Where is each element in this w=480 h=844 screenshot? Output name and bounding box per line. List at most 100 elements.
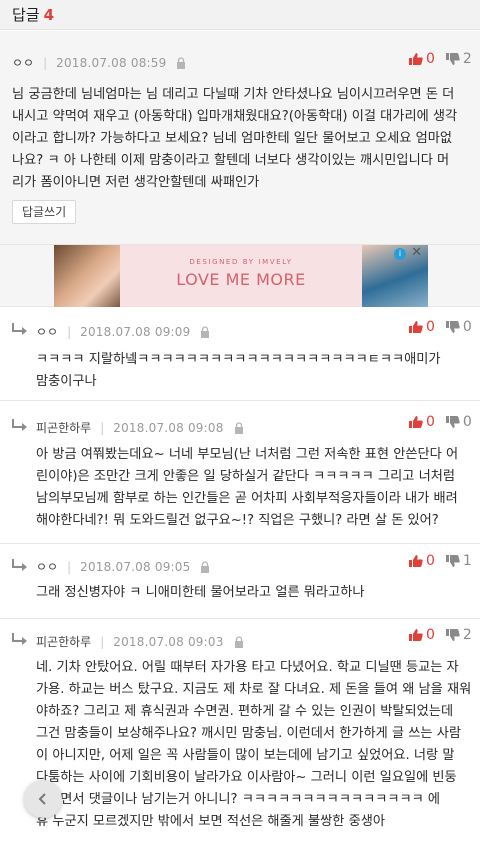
upvote-count: 0 xyxy=(426,553,435,569)
reply-line: 그건 맘충들이 보상해주나요? 깨시민 맘충님. 이런데서 한가하게 글 쓰는 … xyxy=(36,726,462,741)
reply-line: 가용. 하교는 버스 탔구요. 지금도 제 차로 잘 다녀요. 제 돈을 들여 … xyxy=(36,682,472,697)
thumbs-down-icon xyxy=(445,53,460,65)
downvote-count: 0 xyxy=(462,319,472,335)
thumbs-down-icon xyxy=(445,629,460,641)
upvote-button[interactable]: 0 xyxy=(408,414,435,430)
reply-date: 2018.07.08 09:09 xyxy=(80,324,191,339)
meta-divider: | xyxy=(67,559,72,574)
reply-item: ㅇㅇ | 2018.07.08 09:05 0 1 그래 정신병자야 ㅋ 니애미… xyxy=(0,544,480,619)
downvote-count: 0 xyxy=(462,414,472,430)
upvote-count: 0 xyxy=(426,319,435,335)
thumbs-up-icon xyxy=(409,555,423,567)
reply-author[interactable]: 피곤한하루 xyxy=(36,419,91,436)
lock-icon xyxy=(234,421,243,434)
comment-author[interactable]: ㅇㅇ xyxy=(12,54,34,71)
reply-line: 다툼하는 사이에 기회비용이 날라가요 이사람아~ 그러니 이런 일요일에 빈둥 xyxy=(36,770,457,785)
thumbs-down-icon xyxy=(445,321,460,333)
upvote-button[interactable]: 0 xyxy=(408,627,435,643)
downvote-count: 2 xyxy=(462,51,472,67)
reply-line: 맘충이구나 xyxy=(36,374,97,389)
comment-body: 님 궁금한데 님네엄마는 님 데리고 다닐때 기차 안타셨나요 님이시끄러우면 … xyxy=(12,84,472,194)
upvote-button[interactable]: 0 xyxy=(408,51,435,67)
reply-author[interactable]: ㅇㅇ xyxy=(36,558,58,575)
reply-votes: 0 0 xyxy=(408,414,472,430)
chevron-left-icon xyxy=(38,793,46,805)
lock-icon xyxy=(234,635,243,648)
reply-meta: 피곤한하루 | 2018.07.08 09:03 xyxy=(36,633,244,650)
meta-divider: | xyxy=(100,634,105,649)
ad-close-icon[interactable]: ✕ xyxy=(411,246,422,260)
reply-votes: 0 2 xyxy=(408,627,472,643)
downvote-count: 1 xyxy=(462,553,472,569)
comment-line: 내시고 약먹여 재우고 (아동학대) 입마개채웠대요?(아동학대) 이걸 대가리… xyxy=(12,109,458,124)
comment-line: 이라고 합니까? 가능하다고 보세요? 님네 엄마한테 일단 물어보고 오세요 … xyxy=(12,131,452,146)
reply-line: 그래 정신병자야 ㅋ 니애미한테 물어보라고 얼른 뭐라고하나 xyxy=(36,585,365,600)
ad-banner[interactable]: DESIGNED BY IMVELY LOVE ME MORE i ✕ xyxy=(54,245,428,307)
reply-line: 휴 누군지 모르겠지만 밖에서 보면 적선은 해줄게 불쌍한 중생아 xyxy=(36,814,385,829)
reply-line: 해야한다네?! 뭐 도와드릴건 없구요~!? 직업은 구했니? 라면 살 돈 있… xyxy=(36,513,439,528)
replies-count: 4 xyxy=(43,6,55,24)
reply-author[interactable]: ㅇㅇ xyxy=(36,323,58,340)
upvote-count: 0 xyxy=(426,627,435,643)
upvote-button[interactable]: 0 xyxy=(408,319,435,335)
replies-header-title: 답글 xyxy=(12,6,40,24)
reply-author[interactable]: 피곤한하루 xyxy=(36,633,91,650)
thumbs-up-icon xyxy=(409,53,423,65)
reply-date: 2018.07.08 09:03 xyxy=(113,634,224,649)
reply-arrow-icon xyxy=(12,323,27,335)
lock-icon xyxy=(201,325,210,338)
replies-header: 답글 4 xyxy=(0,0,480,30)
thumbs-up-icon xyxy=(409,629,423,641)
lock-icon xyxy=(201,560,210,573)
comment-line: 나요? ㅋ 아 나한테 이제 맘충이라고 할텐데 너보다 생각이있는 깨시민입니… xyxy=(12,153,450,168)
meta-divider: | xyxy=(43,55,48,70)
thumbs-up-icon xyxy=(409,416,423,428)
reply-arrow-icon xyxy=(12,419,27,431)
reply-votes: 0 1 xyxy=(408,553,472,569)
downvote-button[interactable]: 2 xyxy=(445,51,472,67)
downvote-button[interactable]: 1 xyxy=(445,553,472,569)
lock-icon xyxy=(177,56,186,69)
thumbs-down-icon xyxy=(445,416,460,428)
parent-comment: ㅇㅇ | 2018.07.08 08:59 0 2 님 궁금한데 님네엄마는 님… xyxy=(0,31,480,245)
comment-meta: ㅇㅇ | 2018.07.08 08:59 xyxy=(12,54,186,71)
reply-line: 아 방금 여쭤봤는데요~ 너네 부모님(난 너처럼 그런 저속한 표현 안쓴단다… xyxy=(36,447,459,462)
reply-body: ㅋㅋㅋㅋ 지랄하넼ㅋㅋㅋㅋㅋㅋㅋㅋㅋㅋㅋㅋㅋㅋㅋㅋㅋㅋㅋㅌㅋㅋ애미가 맘충이구나 xyxy=(36,349,472,393)
ad-designed-by: DESIGNED BY IMVELY xyxy=(189,258,293,266)
meta-divider: | xyxy=(100,420,105,435)
reply-arrow-icon xyxy=(12,559,27,571)
reply-votes: 0 0 xyxy=(408,319,472,335)
reply-line: ㅋㅋㅋㅋ 지랄하넼ㅋㅋㅋㅋㅋㅋㅋㅋㅋㅋㅋㅋㅋㅋㅋㅋㅋㅋㅋㅌㅋㅋ애미가 xyxy=(36,352,441,367)
reply-date: 2018.07.08 09:08 xyxy=(113,420,224,435)
floating-back-button[interactable] xyxy=(24,780,62,818)
downvote-button[interactable]: 0 xyxy=(445,414,472,430)
reply-line: 린이야)은 조만간 크게 안좋은 일 당하실거 같단다 ㅋㅋㅋㅋㅋ 그리고 너처… xyxy=(36,469,455,484)
ad-info-icon[interactable]: i xyxy=(394,248,406,260)
reply-item: ㅇㅇ | 2018.07.08 09:09 0 0 ㅋㅋㅋㅋ 지랄하넼ㅋㅋㅋㅋㅋ… xyxy=(0,307,480,401)
write-reply-button[interactable]: 답글쓰기 xyxy=(12,200,77,224)
reply-line: 네. 기차 안탔어요. 어릴 때부터 자가용 타고 다녔어요. 학교 디닐땐 등… xyxy=(36,660,459,675)
reply-item: 피곤한하루 | 2018.07.08 09:08 0 0 아 방금 여쭤봤는데요… xyxy=(0,401,480,544)
ad-area: DESIGNED BY IMVELY LOVE ME MORE i ✕ xyxy=(0,245,480,307)
reply-body: 아 방금 여쭤봤는데요~ 너네 부모님(난 너처럼 그런 저속한 표현 안쓴단다… xyxy=(36,444,472,532)
comment-votes: 0 2 xyxy=(408,51,472,67)
reply-line: 야하죠? 그리고 제 휴식권과 수면권. 편하게 갈 수 있는 인권이 박탈되었… xyxy=(36,704,454,719)
reply-line: 남의부모님께 함부로 하는 인간들은 곧 어차피 사회부적응자들이라 내가 배려 xyxy=(36,491,458,506)
reply-item: 피곤한하루 | 2018.07.08 09:03 0 2 네. 기차 안탔어요.… xyxy=(0,619,480,844)
reply-body: 그래 정신병자야 ㅋ 니애미한테 물어보라고 얼른 뭐라고하나 xyxy=(36,582,472,604)
comment-date: 2018.07.08 08:59 xyxy=(56,55,167,70)
reply-meta: ㅇㅇ | 2018.07.08 09:05 xyxy=(36,558,210,575)
reply-line: 거리면서 댓글이나 남기는거 아니니? ㅋㅋㅋㅋㅋㅋㅋㅋㅋㅋㅋㅋㅋㅋㅋ 에 xyxy=(36,792,441,807)
downvote-button[interactable]: 0 xyxy=(445,319,472,335)
downvote-count: 2 xyxy=(462,627,472,643)
reply-meta: ㅇㅇ | 2018.07.08 09:09 xyxy=(36,323,210,340)
upvote-button[interactable]: 0 xyxy=(408,553,435,569)
thumbs-down-icon xyxy=(445,555,460,567)
downvote-button[interactable]: 2 xyxy=(445,627,472,643)
reply-date: 2018.07.08 09:05 xyxy=(80,559,191,574)
reply-arrow-icon xyxy=(12,633,27,645)
upvote-count: 0 xyxy=(426,414,435,430)
meta-divider: | xyxy=(67,324,72,339)
reply-body: 네. 기차 안탔어요. 어릴 때부터 자가용 타고 다녔어요. 학교 디닐땐 등… xyxy=(36,657,472,833)
reply-line: 이 아니지만, 어제 일은 꼭 사람들이 많이 보는데에 남기고 싶었어요. 너… xyxy=(36,748,455,763)
